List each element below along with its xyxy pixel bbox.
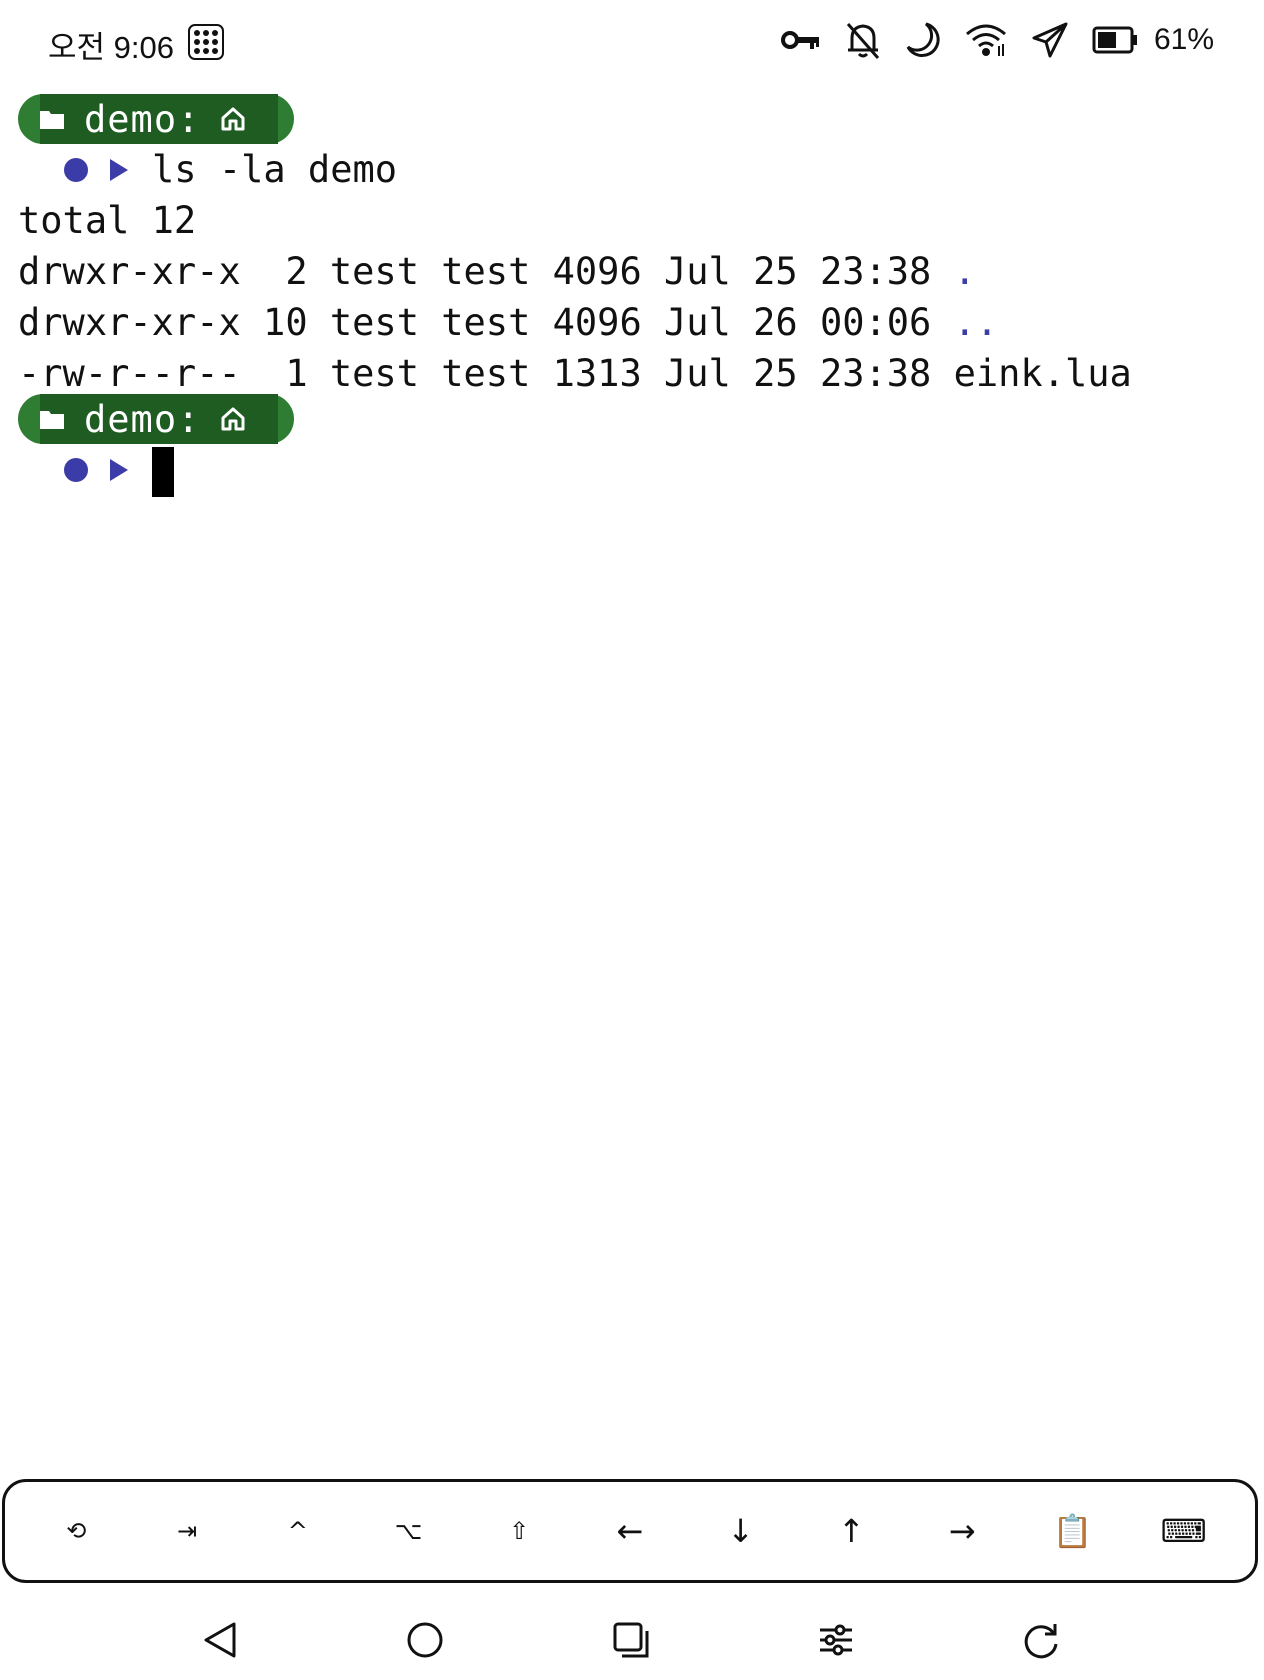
command-text: ls -la demo	[152, 148, 398, 191]
status-icons: 61%	[780, 20, 1214, 60]
command-line: ls -la demo	[18, 144, 1264, 195]
prompt-arrow-icon	[110, 158, 128, 181]
command-line	[18, 444, 1264, 497]
airplane-icon	[1032, 22, 1068, 58]
status-dot-icon	[64, 157, 88, 182]
right-arrow-key[interactable]: →	[912, 1491, 1012, 1571]
prompt-directory: demo:	[84, 97, 201, 141]
extra-keys-bar: ⟲ ⇥ ^ ⌥ ⇧ ← ↓ ↑ → 📋 ⌨	[2, 1479, 1258, 1583]
tab-key[interactable]: ⇥	[137, 1491, 237, 1571]
dots-grid-icon	[188, 24, 224, 60]
home-icon	[220, 406, 246, 432]
home-icon[interactable]	[395, 1610, 455, 1670]
prompt-segment: demo:	[18, 92, 294, 144]
folder-icon	[40, 109, 64, 129]
home-icon	[220, 106, 246, 132]
bell-off-icon	[846, 23, 880, 59]
text-cursor	[152, 446, 174, 497]
clipboard-icon[interactable]: 📋	[1023, 1491, 1123, 1571]
keyboard-icon[interactable]: ⌨	[1134, 1491, 1234, 1571]
battery-icon	[1092, 26, 1137, 54]
prompt-arrow-icon	[110, 458, 128, 481]
history-icon[interactable]: ⟲	[26, 1491, 126, 1571]
shift-key[interactable]: ⇧	[469, 1491, 569, 1571]
key-icon	[780, 31, 819, 49]
terminal-screen[interactable]: demo: ls -la demo total 12 drwxr-xr-x 2 …	[18, 92, 1264, 497]
up-arrow-key[interactable]: ↑	[801, 1491, 901, 1571]
moon-icon	[906, 22, 940, 57]
down-arrow-key[interactable]: ↓	[691, 1491, 791, 1571]
output-line: total 12	[18, 199, 197, 242]
left-arrow-key[interactable]: ←	[580, 1491, 680, 1571]
navigation-bar	[0, 1610, 1264, 1676]
prompt-directory: demo:	[84, 397, 201, 441]
prompt-segment: demo:	[18, 392, 294, 444]
alt-key[interactable]: ⌥	[359, 1491, 459, 1571]
ctrl-key[interactable]: ^	[248, 1491, 348, 1571]
output-line: drwxr-xr-x 10 test test 4096 Jul 26 00:0…	[18, 301, 999, 344]
output-line: drwxr-xr-x 2 test test 4096 Jul 25 23:38…	[18, 250, 976, 293]
settings-icon[interactable]	[806, 1610, 866, 1670]
status-bar: 오전 9:06 61%	[0, 0, 1264, 86]
recents-icon[interactable]	[601, 1610, 661, 1670]
status-time: 오전 9:06	[48, 30, 174, 65]
folder-icon	[40, 409, 64, 429]
back-icon[interactable]	[190, 1610, 250, 1670]
wifi-icon	[965, 24, 1006, 56]
battery-percent: 61%	[1153, 23, 1214, 56]
status-dot-icon	[64, 457, 88, 482]
refresh-icon[interactable]	[1011, 1610, 1071, 1670]
